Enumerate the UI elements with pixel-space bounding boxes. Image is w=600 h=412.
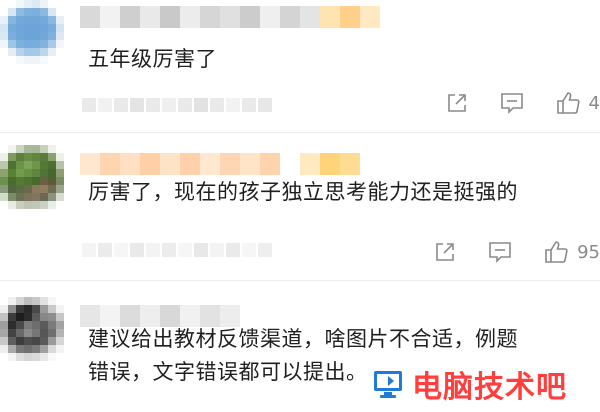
comment-feed: 五年级厉害了 4 厉害了，现在的孩子独立思考能力还是挺强的 95 建议给出教材反…	[0, 0, 600, 412]
like-button[interactable]: 4	[555, 90, 600, 116]
reply-button[interactable]	[499, 91, 525, 115]
like-icon	[545, 241, 568, 263]
share-icon	[447, 94, 466, 112]
watermark: 电脑技术吧	[372, 362, 567, 406]
username-blurred[interactable]	[80, 153, 360, 175]
avatar[interactable]	[0, 297, 64, 361]
monitor-logo-icon	[372, 367, 406, 401]
share-button[interactable]	[433, 240, 457, 264]
avatar[interactable]	[0, 0, 64, 64]
like-button[interactable]: 95	[543, 239, 600, 265]
username-blurred[interactable]	[80, 6, 380, 28]
comment-item: 五年级厉害了 4	[0, 0, 600, 133]
avatar[interactable]	[0, 145, 64, 209]
comment-icon	[500, 93, 523, 114]
timestamp-blurred	[82, 243, 272, 257]
like-count: 95	[577, 241, 600, 263]
comment-text: 厉害了，现在的孩子独立思考能力还是挺强的	[88, 180, 518, 204]
comment-actions: 4	[445, 90, 600, 116]
watermark-text: 电脑技术吧	[412, 370, 567, 405]
comment-text: 五年级厉害了	[88, 47, 217, 71]
comment-actions: 95	[433, 239, 600, 265]
share-icon	[436, 243, 454, 261]
timestamp-blurred	[82, 98, 272, 112]
share-button[interactable]	[445, 91, 469, 115]
comment-item: 厉害了，现在的孩子独立思考能力还是挺强的 95	[0, 133, 600, 281]
reply-button[interactable]	[487, 240, 513, 264]
like-count: 4	[588, 92, 600, 114]
comment-text-line: 建议给出教材反馈渠道，啥图片不合适，例题	[88, 327, 518, 351]
comment-icon	[489, 242, 511, 263]
like-icon	[556, 92, 580, 114]
